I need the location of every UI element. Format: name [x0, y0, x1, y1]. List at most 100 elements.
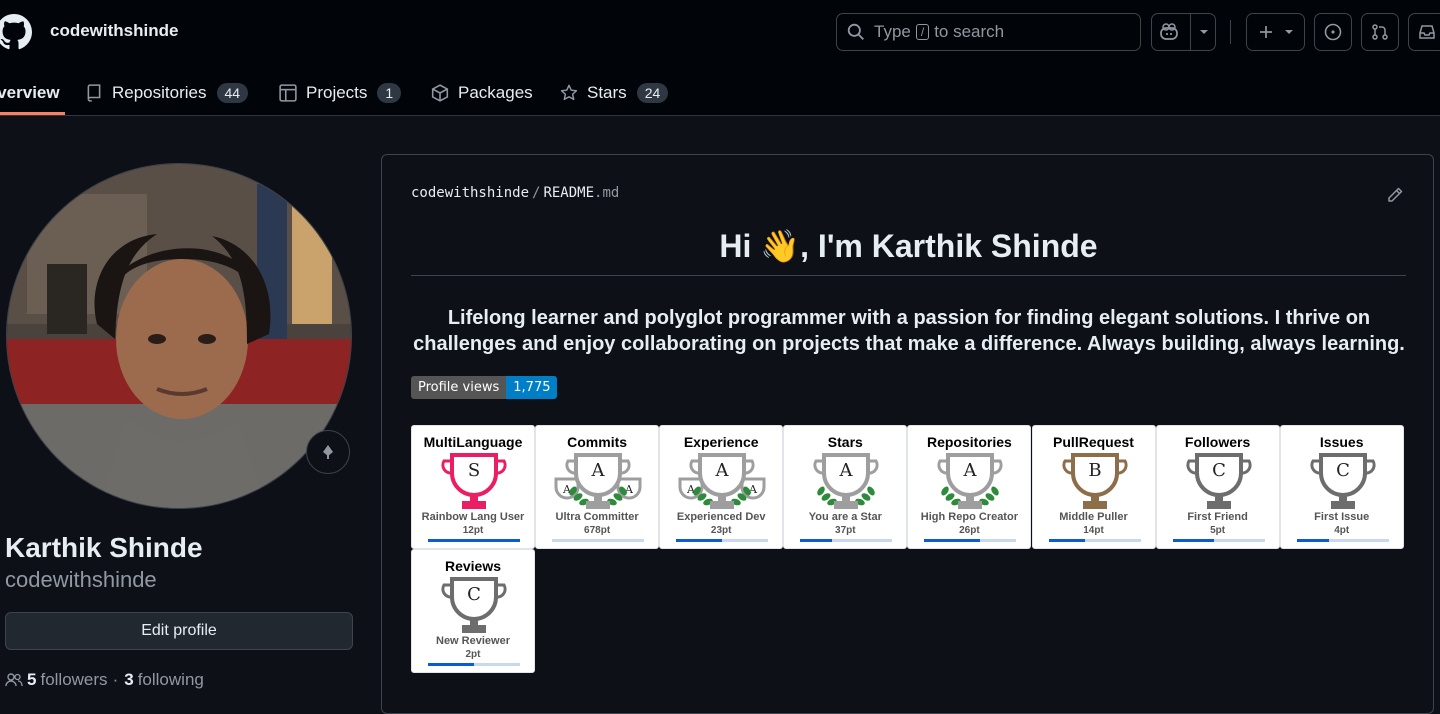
trophy-name: You are a Star	[808, 511, 882, 523]
active-tab-indicator	[0, 112, 65, 115]
following-count[interactable]: 3	[124, 670, 133, 690]
tab-label: Packages	[458, 83, 533, 102]
trophy-progress-bar	[1048, 539, 1141, 542]
search-prefix: Type	[874, 22, 911, 41]
profile-full-name: Karthik Shinde	[5, 532, 203, 563]
trophy-progress-bar	[800, 539, 893, 542]
svg-text:C: C	[1336, 460, 1350, 481]
inbox-icon	[1419, 25, 1435, 39]
svg-text:C: C	[1212, 460, 1226, 481]
trophy-name: High Repo Creator	[920, 511, 1018, 523]
readme-breadcrumb: codewithshinde / README.md	[411, 185, 619, 201]
trophy-name: Experienced Dev	[676, 511, 766, 523]
avatar[interactable]	[6, 163, 352, 509]
follow-separator: ·	[112, 670, 119, 689]
pull-request-icon	[1372, 24, 1388, 40]
trophy-progress-bar	[428, 663, 520, 666]
avatar-photo	[7, 164, 351, 508]
readme-heading: Hi 👋, I'm Karthik Shinde	[719, 228, 1098, 264]
trophy-name: New Reviewer	[436, 635, 510, 647]
trophy-progress-fill	[1172, 539, 1214, 542]
trophy-progress-fill	[428, 539, 520, 542]
tab-stars[interactable]: Stars 24	[560, 70, 669, 116]
tab-counter: 1	[377, 83, 402, 103]
trophy-card: Stars A You are a Star 37pt	[783, 425, 908, 549]
issue-opened-icon	[1324, 23, 1342, 41]
following-link[interactable]: following	[138, 670, 204, 690]
trophy-progress-fill	[1296, 539, 1329, 542]
svg-text:B: B	[1088, 460, 1101, 481]
followers-link[interactable]: followers	[40, 670, 107, 690]
views-label: Profile views	[411, 376, 507, 399]
copilot-button[interactable]	[1151, 13, 1216, 51]
trophy-points: 678pt	[584, 525, 611, 536]
trophy-progress-fill	[676, 539, 723, 542]
trophy-card: PullRequest B Middle Puller 14pt	[1031, 425, 1156, 549]
tab-label: Projects	[306, 83, 368, 102]
trophy-cup-icon: C	[441, 577, 507, 633]
trophy-points: 26pt	[959, 525, 980, 536]
trophy-points: 5pt	[1210, 525, 1226, 536]
trophy-card: MultiLanguage S Rainbow Lang User 12pt	[411, 425, 535, 549]
profile-views-badge: Profile views 1,775	[411, 376, 558, 399]
breadcrumb-owner[interactable]: codewithshinde	[411, 185, 529, 201]
trophy-name: Ultra Committer	[555, 511, 639, 523]
breadcrumb-separator: /	[532, 185, 541, 201]
tab-packages[interactable]: Packages	[431, 70, 533, 116]
copilot-icon	[1159, 23, 1178, 40]
tab-overview[interactable]: Overview	[0, 70, 60, 116]
chevron-down-icon[interactable]	[1199, 29, 1209, 35]
trophy-cup-icon: A	[937, 453, 1003, 509]
header-username[interactable]: codewithshinde	[50, 21, 178, 41]
tab-repositories[interactable]: Repositories 44	[85, 70, 249, 116]
svg-text:C: C	[467, 584, 481, 605]
inbox-button[interactable]	[1408, 13, 1440, 51]
trophy-cup-icon: C	[1185, 453, 1252, 509]
search-input[interactable]: Type / to search	[836, 13, 1141, 51]
copilot-divider	[1189, 13, 1191, 51]
issues-button[interactable]	[1314, 13, 1352, 51]
views-count: 1,775	[506, 376, 558, 399]
trophy-cup-icon: B	[1061, 453, 1128, 509]
create-new-button[interactable]	[1246, 13, 1305, 51]
trophy-points: 12pt	[462, 525, 484, 536]
pencil-icon[interactable]	[1386, 186, 1404, 204]
trophy-title: Commits	[567, 434, 628, 450]
tab-label: Repositories	[112, 83, 207, 102]
tab-projects[interactable]: Projects 1	[279, 70, 402, 116]
edit-profile-button[interactable]: Edit profile	[5, 612, 353, 650]
package-icon	[431, 84, 449, 102]
trophy-progress-bar	[924, 539, 1017, 542]
trophy-cup-icon: S	[441, 453, 507, 509]
trophy-points: 4pt	[1334, 525, 1350, 536]
profile-tabs: Overview Repositories 44 Projects 1 Pack…	[0, 70, 720, 116]
trophy-title: Reviews	[444, 558, 502, 574]
readme-card: codewithshinde / README.md Hi 👋, I'm Karth…	[381, 154, 1434, 714]
trophy-cup-icon: A AA	[678, 453, 766, 509]
trophy-progress-bar	[676, 539, 769, 542]
trophy-progress-fill	[428, 663, 474, 666]
followers-count[interactable]: 5	[27, 670, 36, 690]
trophy-card: Reviews C New Reviewer 2pt	[411, 549, 535, 673]
pull-requests-button[interactable]	[1361, 13, 1399, 51]
people-icon	[5, 673, 23, 687]
trophy-points: 37pt	[835, 525, 856, 536]
trophy-card: Experience A A A Experienced Dev 23pt	[659, 425, 784, 549]
header-divider	[1230, 20, 1231, 44]
follow-stats: 5 followers · 3 following	[5, 670, 204, 690]
trophy-title: Stars	[827, 434, 863, 450]
breadcrumb-ext: .md	[594, 185, 620, 201]
breadcrumb-file[interactable]: README	[543, 185, 594, 201]
svg-text:A: A	[963, 460, 978, 481]
trophy-progress-bar	[1296, 539, 1389, 542]
trophy-progress-bar	[552, 539, 645, 542]
trophy-title: Followers	[1184, 434, 1251, 450]
github-logo-icon[interactable]	[0, 14, 32, 50]
set-status-button[interactable]	[306, 430, 350, 474]
trophy-points: 23pt	[710, 525, 732, 536]
trophy-cup-icon: A	[813, 453, 879, 509]
tab-counter: 44	[216, 83, 249, 103]
trophy-card: Issues C First Issue 4pt	[1279, 425, 1404, 549]
trophy-progress-bar	[428, 539, 520, 542]
trophy-card: Followers C First Friend 5pt	[1155, 425, 1280, 549]
